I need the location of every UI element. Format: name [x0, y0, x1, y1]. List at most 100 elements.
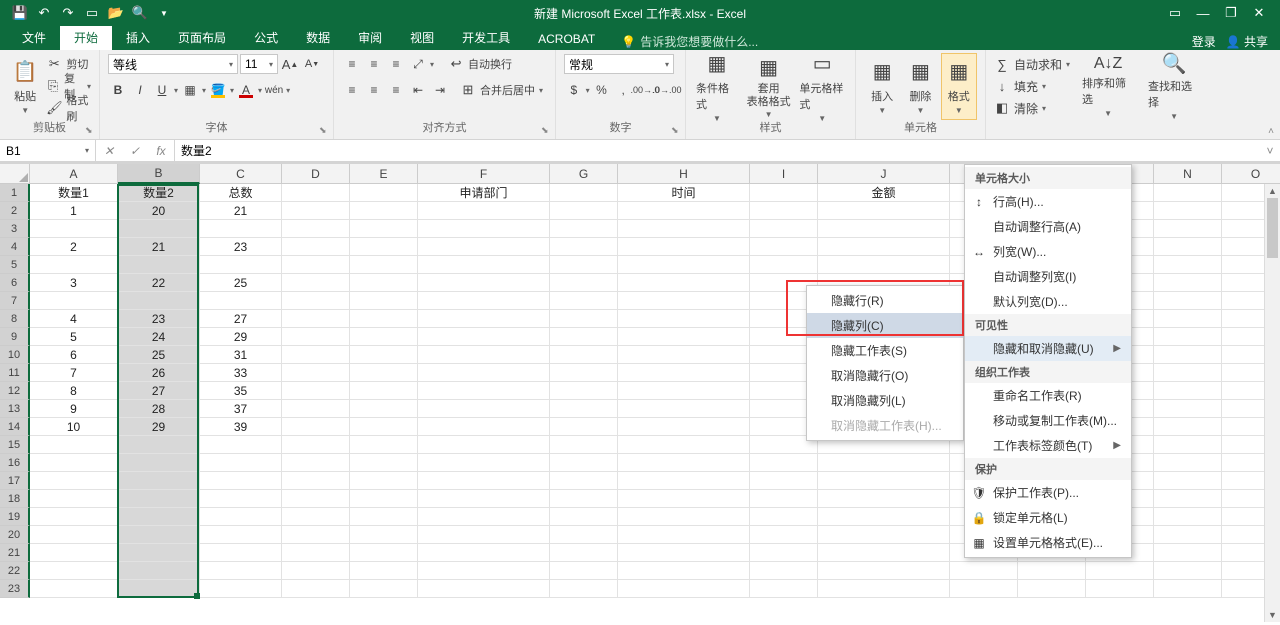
cell[interactable]: [418, 580, 550, 598]
row-header[interactable]: 15: [0, 436, 30, 454]
cell[interactable]: [550, 508, 618, 526]
cell[interactable]: [350, 418, 418, 436]
cell[interactable]: [282, 544, 350, 562]
cell[interactable]: [1154, 184, 1222, 202]
tab-file[interactable]: 文件: [8, 25, 60, 50]
cell[interactable]: [1154, 472, 1222, 490]
cell[interactable]: [30, 436, 118, 454]
alignment-launcher-icon[interactable]: ⬊: [541, 125, 553, 137]
cell[interactable]: [200, 436, 282, 454]
cell[interactable]: [30, 256, 118, 274]
column-header[interactable]: O: [1222, 164, 1280, 184]
cell[interactable]: 27: [200, 310, 282, 328]
font-launcher-icon[interactable]: ⬊: [319, 125, 331, 137]
align-left-icon[interactable]: ≡: [342, 80, 362, 100]
scroll-up-icon[interactable]: ▲: [1265, 184, 1280, 198]
cell[interactable]: [550, 490, 618, 508]
cell[interactable]: [350, 580, 418, 598]
undo-icon[interactable]: ↶: [34, 3, 54, 23]
cell[interactable]: [618, 544, 750, 562]
cell[interactable]: [350, 382, 418, 400]
cell[interactable]: [118, 220, 200, 238]
cell[interactable]: [550, 454, 618, 472]
cell[interactable]: [418, 562, 550, 580]
row-header[interactable]: 12: [0, 382, 30, 400]
cell[interactable]: [750, 562, 818, 580]
cell[interactable]: [550, 274, 618, 292]
fx-icon[interactable]: fx: [148, 144, 174, 158]
cell[interactable]: 3: [30, 274, 118, 292]
cell[interactable]: [350, 220, 418, 238]
cell[interactable]: [1154, 508, 1222, 526]
cell[interactable]: 数量1: [30, 184, 118, 202]
cell[interactable]: [282, 238, 350, 256]
row-header[interactable]: 18: [0, 490, 30, 508]
cell[interactable]: [418, 472, 550, 490]
expand-formula-bar-icon[interactable]: ˅: [1260, 140, 1280, 161]
cell[interactable]: [818, 526, 950, 544]
cell[interactable]: [818, 562, 950, 580]
cell[interactable]: [118, 256, 200, 274]
cell[interactable]: [418, 490, 550, 508]
cell[interactable]: [200, 454, 282, 472]
row-header[interactable]: 7: [0, 292, 30, 310]
increase-indent-icon[interactable]: ⇥: [430, 80, 450, 100]
row-header[interactable]: 19: [0, 508, 30, 526]
menu-autofit-row[interactable]: 自动调整行高(A): [965, 214, 1131, 239]
cell[interactable]: [618, 310, 750, 328]
cell[interactable]: [550, 292, 618, 310]
cell[interactable]: [282, 292, 350, 310]
menu-autofit-col[interactable]: 自动调整列宽(I): [965, 264, 1131, 289]
column-header[interactable]: A: [30, 164, 118, 184]
cell[interactable]: [200, 256, 282, 274]
cell[interactable]: [550, 544, 618, 562]
cell[interactable]: [1154, 490, 1222, 508]
cell[interactable]: 时间: [618, 184, 750, 202]
number-launcher-icon[interactable]: ⬊: [671, 125, 683, 137]
cell[interactable]: [618, 472, 750, 490]
cell[interactable]: [418, 328, 550, 346]
print-preview-icon[interactable]: 🔍: [130, 3, 150, 23]
cell[interactable]: [350, 526, 418, 544]
cell[interactable]: 23: [200, 238, 282, 256]
bold-button[interactable]: B: [108, 80, 128, 100]
cell[interactable]: [350, 544, 418, 562]
cell[interactable]: [282, 184, 350, 202]
cell[interactable]: [350, 400, 418, 418]
cell[interactable]: [282, 400, 350, 418]
cell[interactable]: [418, 292, 550, 310]
decrease-indent-icon[interactable]: ⇤: [408, 80, 428, 100]
cell[interactable]: [1154, 292, 1222, 310]
cell[interactable]: [418, 274, 550, 292]
cell[interactable]: [750, 238, 818, 256]
cell[interactable]: [282, 202, 350, 220]
border-button[interactable]: ▦: [180, 80, 200, 100]
cell[interactable]: [618, 454, 750, 472]
cell[interactable]: [350, 238, 418, 256]
delete-cells-button[interactable]: ▦删除▼: [902, 54, 938, 119]
accounting-format-icon[interactable]: $: [564, 80, 584, 100]
cell[interactable]: [618, 526, 750, 544]
cell[interactable]: [618, 202, 750, 220]
cell[interactable]: [750, 580, 818, 598]
cell[interactable]: [1018, 562, 1086, 580]
cell[interactable]: [1154, 436, 1222, 454]
menu-col-width[interactable]: ↔列宽(W)...: [965, 239, 1131, 264]
cell[interactable]: [282, 562, 350, 580]
cell[interactable]: [118, 472, 200, 490]
cell[interactable]: [1154, 418, 1222, 436]
cell[interactable]: 2: [30, 238, 118, 256]
cell[interactable]: [618, 400, 750, 418]
cell[interactable]: [350, 328, 418, 346]
cell[interactable]: 37: [200, 400, 282, 418]
cell[interactable]: [1154, 274, 1222, 292]
column-header[interactable]: B: [118, 164, 200, 184]
cell[interactable]: [282, 454, 350, 472]
tab-acrobat[interactable]: ACROBAT: [524, 28, 609, 50]
cell[interactable]: [418, 202, 550, 220]
cell[interactable]: [818, 220, 950, 238]
cell[interactable]: 25: [118, 346, 200, 364]
tab-view[interactable]: 视图: [396, 25, 448, 50]
autosum-button[interactable]: ∑自动求和 ▾: [994, 54, 1070, 74]
cell[interactable]: [550, 346, 618, 364]
